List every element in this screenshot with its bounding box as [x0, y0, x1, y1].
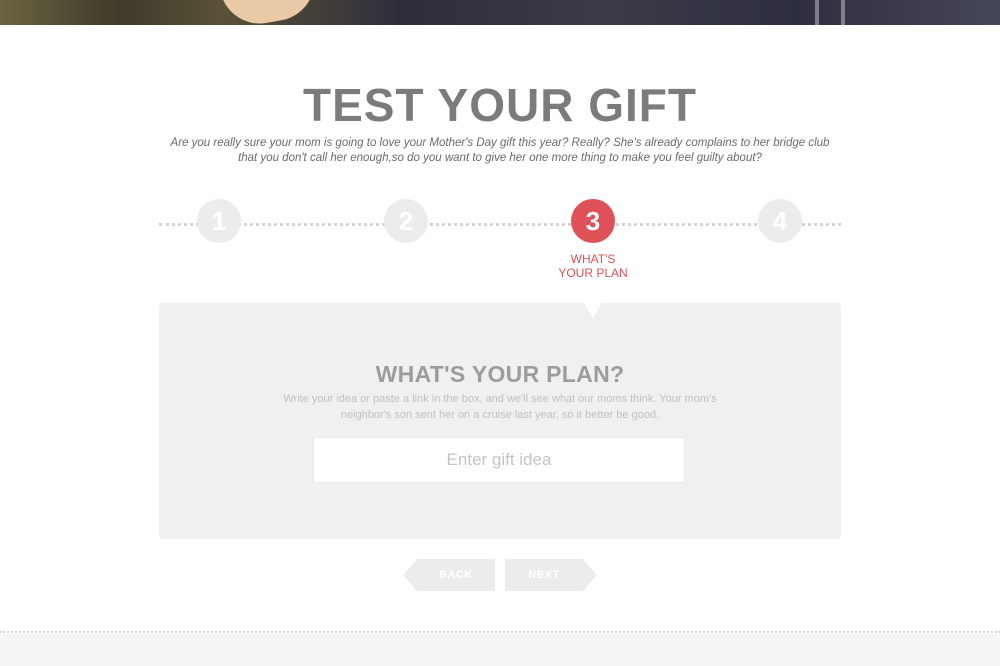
subtitle-line-1: Are you really sure your mom is going to… [170, 137, 830, 149]
step-3-label-line-1: WHAT'S [570, 252, 616, 266]
page-title: TEST YOUR GIFT [303, 79, 697, 131]
hero-image-strip [0, 0, 1000, 25]
panel-pointer-notch [584, 303, 602, 318]
panel-desc-line-2: neighbor's son sent her on a cruise last… [340, 409, 660, 421]
stepper-dotted-line [159, 223, 841, 226]
subtitle-line-2: that you don't call her enough,so do you… [238, 152, 762, 164]
page-subtitle: Are you really sure your mom is going to… [150, 136, 850, 166]
progress-stepper: 1 2 3 4 WHAT'S YOUR PLAN [159, 199, 841, 289]
footer-band [0, 634, 1000, 666]
step-2[interactable]: 2 [384, 199, 428, 243]
panel-description: Write your idea or paste a link in the b… [250, 391, 750, 423]
step-1[interactable]: 1 [197, 199, 241, 243]
panel-desc-line-1: Write your idea or paste a link in the b… [283, 393, 717, 405]
gift-idea-input[interactable] [313, 437, 685, 483]
footer-divider [0, 631, 1000, 633]
step-3-active[interactable]: 3 [571, 199, 615, 243]
step-4[interactable]: 4 [758, 199, 802, 243]
step-3-label-line-2: YOUR PLAN [558, 266, 628, 280]
plan-panel: WHAT'S YOUR PLAN? Write your idea or pas… [159, 303, 841, 539]
step-3-label: WHAT'S YOUR PLAN [538, 252, 648, 280]
panel-title: WHAT'S YOUR PLAN? [375, 361, 625, 387]
next-button[interactable]: NEXT [505, 559, 597, 591]
back-button[interactable]: BACK [403, 559, 495, 591]
